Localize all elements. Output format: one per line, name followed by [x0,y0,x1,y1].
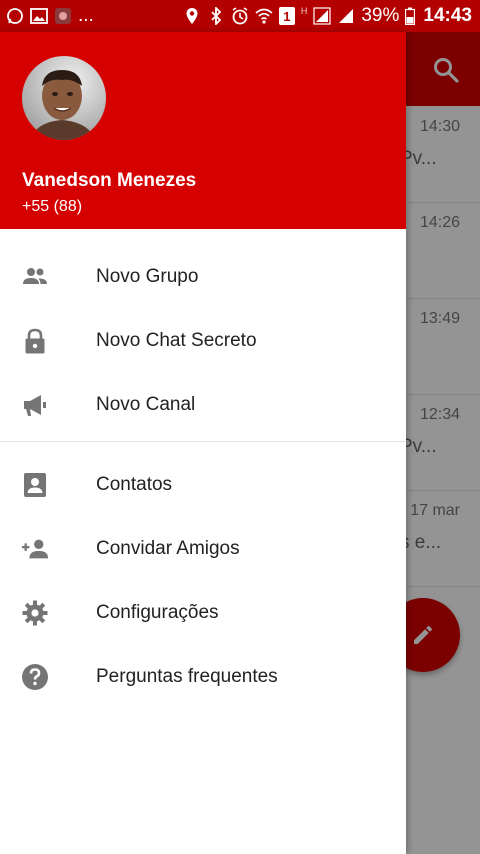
menu-item-label: Perguntas frequentes [96,666,278,687]
bluetooth-icon [207,7,225,25]
drawer-menu: Novo Grupo Novo Chat Secreto Novo Canal … [0,245,406,709]
battery-icon [405,7,416,25]
clock: 14:43 [423,5,472,26]
gear-icon [21,599,49,627]
help-icon [21,663,49,691]
app-icon [54,7,72,25]
drawer-header: Vanedson Menezes +55 (88) [0,32,406,229]
battery-percent: 39% [361,5,400,26]
network-type-indicator: H [300,6,308,16]
menu-item-label: Novo Chat Secreto [96,330,257,351]
menu-item-label: Novo Grupo [96,266,199,287]
wifi-icon [255,7,273,25]
sim-icon: 1 [278,7,295,25]
signal-icon [313,7,331,25]
menu-item-label: Convidar Amigos [96,538,240,559]
menu-item-label: Configurações [96,602,219,623]
menu-item-new-channel[interactable]: Novo Canal [0,373,406,437]
avatar[interactable] [22,56,106,140]
whatsapp-icon [6,7,24,25]
more-notifications: ... [78,5,94,26]
menu-item-contacts[interactable]: Contatos [0,453,406,517]
navigation-drawer: Vanedson Menezes +55 (88) Novo Grupo Nov… [0,32,406,854]
menu-item-new-secret-chat[interactable]: Novo Chat Secreto [0,309,406,373]
menu-item-faq[interactable]: Perguntas frequentes [0,645,406,709]
add-person-icon [21,535,49,563]
menu-divider [0,441,406,442]
menu-item-settings[interactable]: Configurações [0,581,406,645]
location-icon [183,7,201,25]
menu-item-label: Novo Canal [96,394,196,415]
contact-icon [21,471,49,499]
gallery-icon [30,7,48,25]
megaphone-icon [21,391,49,419]
menu-item-new-group[interactable]: Novo Grupo [0,245,406,309]
signal-icon [337,7,355,25]
menu-item-label: Contatos [96,474,173,495]
alarm-icon [231,7,249,25]
group-icon [21,263,49,291]
user-name: Vanedson Menezes [22,170,197,191]
status-bar: ... 1 H 39% 14:43 [0,0,480,32]
lock-icon [21,327,49,355]
user-phone: +55 (88) [22,198,83,215]
menu-item-invite-friends[interactable]: Convidar Amigos [0,517,406,581]
